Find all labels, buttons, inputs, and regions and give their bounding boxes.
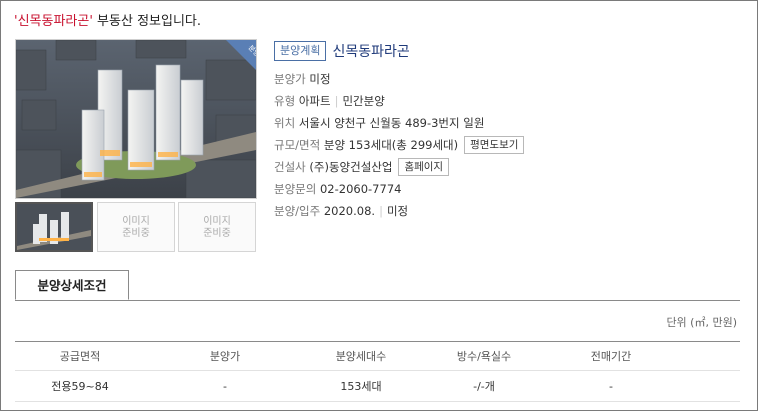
scale-row: 규모/면적 분양 153세대(총 299세대) 평면도보기 — [274, 135, 744, 157]
thumbnail-placeholder-text: 이미지 준비중 — [122, 216, 150, 239]
thumbnail-3-placeholder[interactable]: 이미지 준비중 — [178, 202, 256, 252]
location-value: 서울시 양천구 신월동 489-3번지 일원 — [298, 116, 485, 130]
homepage-button[interactable]: 홈페이지 — [398, 158, 450, 176]
table-cell: 전용59~84 — [51, 380, 109, 393]
table-header-cell: 분양가 — [209, 350, 241, 363]
thumbnail-2-placeholder[interactable]: 이미지 준비중 — [97, 202, 175, 252]
headline-property-name: '신목동파라곤' — [14, 14, 93, 29]
headline-suffix: 부동산 정보입니다. — [92, 14, 201, 29]
page-frame: '신목동파라곤' 부동산 정보입니다. 이미지 준비중 이미지 준비중 분양계획… — [0, 0, 758, 411]
table-header-cell: 분양세대수 — [335, 350, 387, 363]
table-cell: -/-개 — [473, 380, 495, 393]
main-property-image[interactable]: 분양예정 — [15, 39, 257, 199]
thumbnail-rendering-image — [17, 204, 91, 250]
table-cell: 153세대 — [340, 380, 382, 393]
thumbnail-1[interactable] — [15, 202, 93, 252]
contact-row: 분양문의 02-2060-7774 — [274, 182, 402, 196]
table-cell: - — [609, 379, 613, 393]
apartment-rendering-image: 분양예정 — [16, 40, 256, 198]
schedule-value: 2020.08. — [323, 204, 376, 218]
location-row: 위치 서울시 양천구 신월동 489-3번지 일원 — [274, 116, 485, 130]
thumbnail-strip: 이미지 준비중 이미지 준비중 — [15, 202, 257, 252]
move-in-value: 미정 — [386, 204, 409, 218]
table-header-cell: 전매기간 — [590, 350, 632, 363]
table-cell: - — [223, 379, 227, 393]
unit-note: 단위 (㎡, 만원) — [666, 316, 737, 329]
page-headline: '신목동파라곤' 부동산 정보입니다. — [14, 10, 201, 29]
conditions-table: 공급면적 분양가 분양세대수 방수/욕실수 전매기간 전용59~84 - 153… — [15, 341, 740, 402]
thumbnail-placeholder-text: 이미지 준비중 — [203, 216, 231, 239]
detail-tabs: 분양상세조건 — [15, 270, 740, 301]
table-header-row: 공급면적 분양가 분양세대수 방수/욕실수 전매기간 — [15, 341, 740, 371]
table-header-cell: 공급면적 — [59, 350, 101, 363]
title-row: 분양계획 신목동파라곤 — [274, 39, 744, 63]
type-sub: 민간분양 — [342, 94, 385, 108]
builder-row: 건설사 (주)동양건설산업 홈페이지 — [274, 157, 744, 179]
price-value: 미정 — [309, 72, 331, 86]
builder-value: (주)동양건설산업 — [309, 160, 393, 174]
property-title: 신목동파라곤 — [332, 44, 410, 60]
scale-value: 분양 153세대(총 299세대) — [323, 138, 459, 152]
price-row: 분양가 미정 — [274, 72, 331, 86]
floorplan-button[interactable]: 평면도보기 — [464, 136, 525, 154]
schedule-row: 분양/입주 2020.08. | 미정 — [274, 204, 409, 218]
table-header-cell: 방수/욕실수 — [456, 350, 512, 363]
tab-sale-conditions[interactable]: 분양상세조건 — [15, 270, 129, 300]
property-info-panel: 분양계획 신목동파라곤 분양가 미정 유형 아파트 | 민간분양 위치 서울시 양천… — [274, 39, 744, 223]
type-row: 유형 아파트 | 민간분양 — [274, 94, 385, 108]
contact-value: 02-2060-7774 — [319, 182, 402, 196]
type-value: 아파트 — [298, 94, 331, 108]
status-badge: 분양계획 — [274, 41, 327, 61]
table-row: 전용59~84 - 153세대 -/-개 - — [15, 371, 740, 402]
